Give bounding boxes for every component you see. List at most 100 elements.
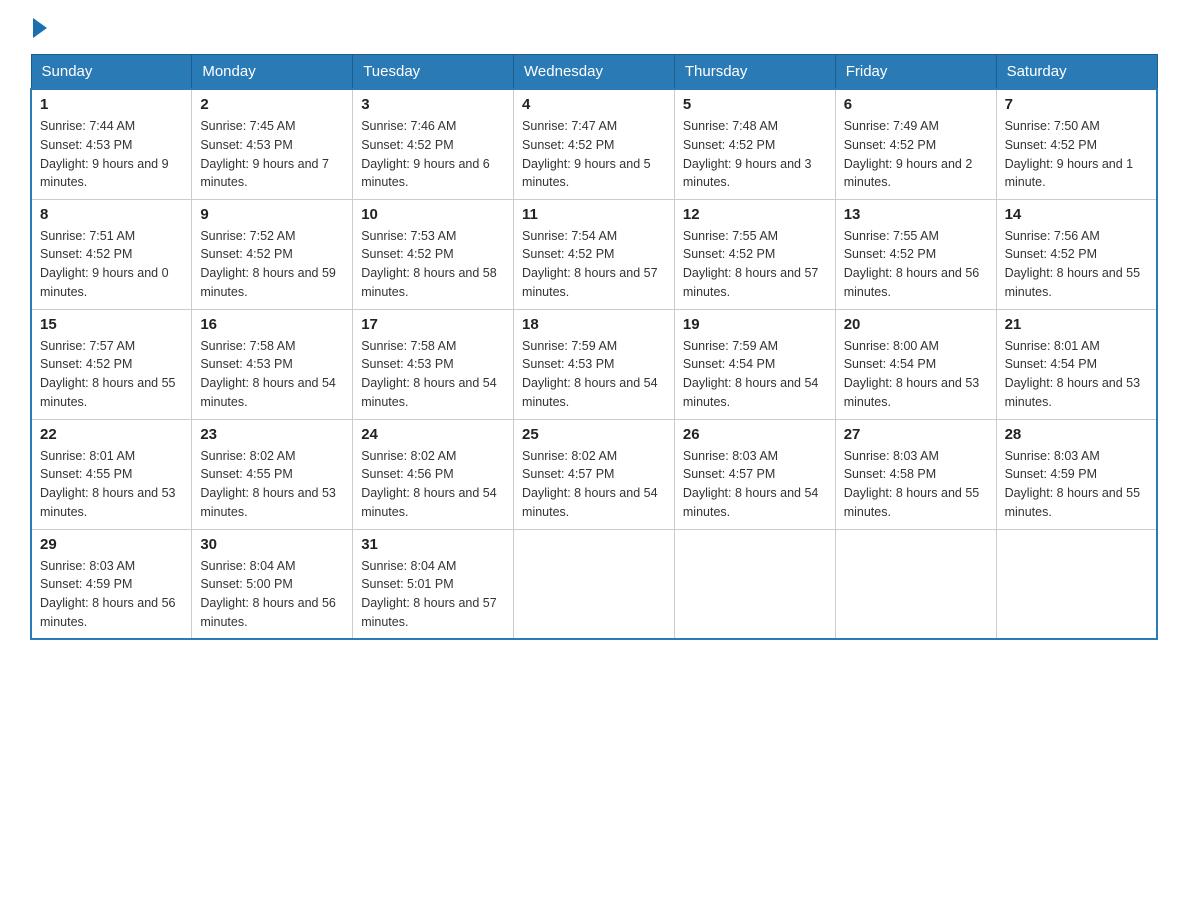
day-cell-14: 14 Sunrise: 7:56 AMSunset: 4:52 PMDaylig…	[996, 199, 1157, 309]
day-number: 18	[522, 316, 666, 333]
day-number: 22	[40, 426, 183, 443]
empty-cell-w4-d4	[674, 529, 835, 639]
day-number: 4	[522, 96, 666, 113]
day-number: 16	[200, 316, 344, 333]
day-cell-17: 17 Sunrise: 7:58 AMSunset: 4:53 PMDaylig…	[353, 309, 514, 419]
page-header	[30, 20, 1158, 34]
logo-text	[30, 20, 47, 38]
day-cell-9: 9 Sunrise: 7:52 AMSunset: 4:52 PMDayligh…	[192, 199, 353, 309]
header-thursday: Thursday	[674, 55, 835, 90]
day-info: Sunrise: 7:56 AMSunset: 4:52 PMDaylight:…	[1005, 227, 1148, 302]
day-info: Sunrise: 8:03 AMSunset: 4:58 PMDaylight:…	[844, 447, 988, 522]
day-info: Sunrise: 8:02 AMSunset: 4:57 PMDaylight:…	[522, 447, 666, 522]
day-number: 19	[683, 316, 827, 333]
day-cell-8: 8 Sunrise: 7:51 AMSunset: 4:52 PMDayligh…	[31, 199, 192, 309]
day-info: Sunrise: 7:46 AMSunset: 4:52 PMDaylight:…	[361, 117, 505, 192]
day-number: 11	[522, 206, 666, 223]
week-row-4: 22 Sunrise: 8:01 AMSunset: 4:55 PMDaylig…	[31, 419, 1157, 529]
header-wednesday: Wednesday	[514, 55, 675, 90]
day-cell-30: 30 Sunrise: 8:04 AMSunset: 5:00 PMDaylig…	[192, 529, 353, 639]
day-info: Sunrise: 7:54 AMSunset: 4:52 PMDaylight:…	[522, 227, 666, 302]
day-info: Sunrise: 8:03 AMSunset: 4:59 PMDaylight:…	[1005, 447, 1148, 522]
day-info: Sunrise: 7:44 AMSunset: 4:53 PMDaylight:…	[40, 117, 183, 192]
header-friday: Friday	[835, 55, 996, 90]
day-number: 3	[361, 96, 505, 113]
day-number: 24	[361, 426, 505, 443]
empty-cell-w4-d3	[514, 529, 675, 639]
day-number: 17	[361, 316, 505, 333]
day-cell-25: 25 Sunrise: 8:02 AMSunset: 4:57 PMDaylig…	[514, 419, 675, 529]
day-cell-1: 1 Sunrise: 7:44 AMSunset: 4:53 PMDayligh…	[31, 89, 192, 199]
day-cell-13: 13 Sunrise: 7:55 AMSunset: 4:52 PMDaylig…	[835, 199, 996, 309]
header-sunday: Sunday	[31, 55, 192, 90]
day-info: Sunrise: 7:58 AMSunset: 4:53 PMDaylight:…	[361, 337, 505, 412]
day-info: Sunrise: 7:59 AMSunset: 4:53 PMDaylight:…	[522, 337, 666, 412]
day-info: Sunrise: 8:03 AMSunset: 4:59 PMDaylight:…	[40, 557, 183, 632]
week-row-3: 15 Sunrise: 7:57 AMSunset: 4:52 PMDaylig…	[31, 309, 1157, 419]
day-cell-12: 12 Sunrise: 7:55 AMSunset: 4:52 PMDaylig…	[674, 199, 835, 309]
empty-cell-w4-d6	[996, 529, 1157, 639]
day-number: 5	[683, 96, 827, 113]
day-cell-20: 20 Sunrise: 8:00 AMSunset: 4:54 PMDaylig…	[835, 309, 996, 419]
week-row-5: 29 Sunrise: 8:03 AMSunset: 4:59 PMDaylig…	[31, 529, 1157, 639]
day-cell-16: 16 Sunrise: 7:58 AMSunset: 4:53 PMDaylig…	[192, 309, 353, 419]
logo	[30, 20, 47, 34]
day-cell-28: 28 Sunrise: 8:03 AMSunset: 4:59 PMDaylig…	[996, 419, 1157, 529]
day-info: Sunrise: 7:55 AMSunset: 4:52 PMDaylight:…	[844, 227, 988, 302]
logo-triangle-icon	[33, 18, 47, 38]
day-cell-27: 27 Sunrise: 8:03 AMSunset: 4:58 PMDaylig…	[835, 419, 996, 529]
header-tuesday: Tuesday	[353, 55, 514, 90]
day-info: Sunrise: 8:01 AMSunset: 4:55 PMDaylight:…	[40, 447, 183, 522]
day-info: Sunrise: 7:45 AMSunset: 4:53 PMDaylight:…	[200, 117, 344, 192]
day-info: Sunrise: 7:57 AMSunset: 4:52 PMDaylight:…	[40, 337, 183, 412]
day-info: Sunrise: 7:55 AMSunset: 4:52 PMDaylight:…	[683, 227, 827, 302]
empty-cell-w4-d5	[835, 529, 996, 639]
day-number: 27	[844, 426, 988, 443]
day-cell-3: 3 Sunrise: 7:46 AMSunset: 4:52 PMDayligh…	[353, 89, 514, 199]
day-info: Sunrise: 8:00 AMSunset: 4:54 PMDaylight:…	[844, 337, 988, 412]
day-cell-26: 26 Sunrise: 8:03 AMSunset: 4:57 PMDaylig…	[674, 419, 835, 529]
day-info: Sunrise: 7:50 AMSunset: 4:52 PMDaylight:…	[1005, 117, 1148, 192]
day-info: Sunrise: 8:02 AMSunset: 4:55 PMDaylight:…	[200, 447, 344, 522]
day-cell-22: 22 Sunrise: 8:01 AMSunset: 4:55 PMDaylig…	[31, 419, 192, 529]
day-number: 14	[1005, 206, 1148, 223]
day-number: 25	[522, 426, 666, 443]
day-number: 15	[40, 316, 183, 333]
day-cell-5: 5 Sunrise: 7:48 AMSunset: 4:52 PMDayligh…	[674, 89, 835, 199]
day-cell-7: 7 Sunrise: 7:50 AMSunset: 4:52 PMDayligh…	[996, 89, 1157, 199]
day-number: 13	[844, 206, 988, 223]
day-info: Sunrise: 8:02 AMSunset: 4:56 PMDaylight:…	[361, 447, 505, 522]
day-number: 31	[361, 536, 505, 553]
header-saturday: Saturday	[996, 55, 1157, 90]
day-number: 29	[40, 536, 183, 553]
day-info: Sunrise: 7:48 AMSunset: 4:52 PMDaylight:…	[683, 117, 827, 192]
day-number: 30	[200, 536, 344, 553]
day-cell-29: 29 Sunrise: 8:03 AMSunset: 4:59 PMDaylig…	[31, 529, 192, 639]
day-cell-15: 15 Sunrise: 7:57 AMSunset: 4:52 PMDaylig…	[31, 309, 192, 419]
day-info: Sunrise: 7:53 AMSunset: 4:52 PMDaylight:…	[361, 227, 505, 302]
week-row-2: 8 Sunrise: 7:51 AMSunset: 4:52 PMDayligh…	[31, 199, 1157, 309]
header-monday: Monday	[192, 55, 353, 90]
day-number: 26	[683, 426, 827, 443]
day-info: Sunrise: 7:59 AMSunset: 4:54 PMDaylight:…	[683, 337, 827, 412]
day-cell-2: 2 Sunrise: 7:45 AMSunset: 4:53 PMDayligh…	[192, 89, 353, 199]
day-cell-11: 11 Sunrise: 7:54 AMSunset: 4:52 PMDaylig…	[514, 199, 675, 309]
day-info: Sunrise: 7:51 AMSunset: 4:52 PMDaylight:…	[40, 227, 183, 302]
day-cell-24: 24 Sunrise: 8:02 AMSunset: 4:56 PMDaylig…	[353, 419, 514, 529]
day-number: 6	[844, 96, 988, 113]
day-cell-19: 19 Sunrise: 7:59 AMSunset: 4:54 PMDaylig…	[674, 309, 835, 419]
calendar-table: SundayMondayTuesdayWednesdayThursdayFrid…	[30, 54, 1158, 640]
day-number: 12	[683, 206, 827, 223]
day-number: 2	[200, 96, 344, 113]
day-number: 23	[200, 426, 344, 443]
day-cell-18: 18 Sunrise: 7:59 AMSunset: 4:53 PMDaylig…	[514, 309, 675, 419]
day-number: 10	[361, 206, 505, 223]
day-cell-10: 10 Sunrise: 7:53 AMSunset: 4:52 PMDaylig…	[353, 199, 514, 309]
day-number: 1	[40, 96, 183, 113]
day-info: Sunrise: 8:04 AMSunset: 5:01 PMDaylight:…	[361, 557, 505, 632]
day-number: 28	[1005, 426, 1148, 443]
day-cell-31: 31 Sunrise: 8:04 AMSunset: 5:01 PMDaylig…	[353, 529, 514, 639]
day-info: Sunrise: 7:49 AMSunset: 4:52 PMDaylight:…	[844, 117, 988, 192]
day-number: 7	[1005, 96, 1148, 113]
day-cell-4: 4 Sunrise: 7:47 AMSunset: 4:52 PMDayligh…	[514, 89, 675, 199]
